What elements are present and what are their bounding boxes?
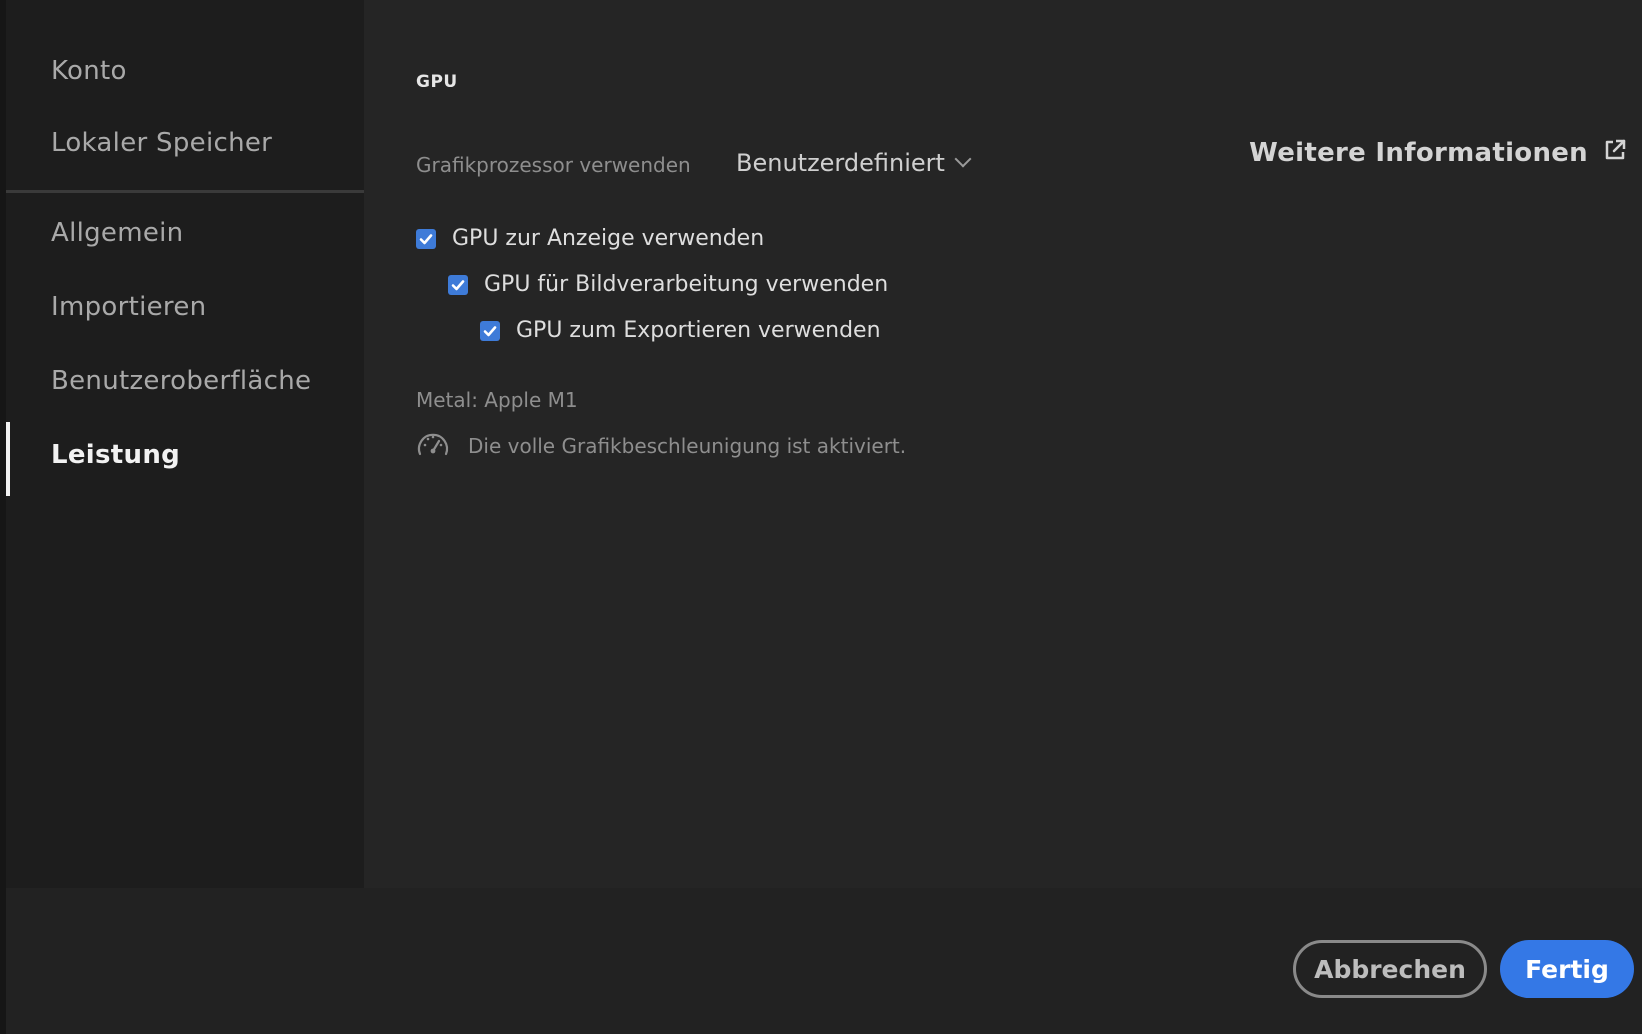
done-button[interactable]: Fertig xyxy=(1500,940,1634,998)
acceleration-status: Die volle Grafikbeschleunigung ist aktiv… xyxy=(416,428,906,463)
speedometer-icon xyxy=(416,428,450,463)
settings-panel: GPU Grafikprozessor verwenden Benutzerde… xyxy=(364,0,1642,888)
metal-info: Metal: Apple M1 xyxy=(416,388,578,412)
gpu-mode-dropdown[interactable]: Benutzerdefiniert xyxy=(736,145,972,181)
gpu-processing-checkbox[interactable] xyxy=(448,274,468,295)
section-title: GPU xyxy=(416,72,458,92)
gpu-processing-label: GPU für Bildverarbeitung verwenden xyxy=(484,272,889,297)
gpu-export-label: GPU zum Exportieren verwenden xyxy=(516,318,881,343)
external-link-icon xyxy=(1604,138,1626,168)
acceleration-status-text: Die volle Grafikbeschleunigung ist aktiv… xyxy=(468,433,907,458)
checkmark-icon xyxy=(419,233,433,244)
checkmark-icon xyxy=(483,325,497,336)
more-info-link[interactable]: Weitere Informationen xyxy=(1249,138,1626,168)
gpu-usage-label: Grafikprozessor verwenden xyxy=(416,153,691,177)
active-nav-indicator xyxy=(6,422,10,496)
sidebar-divider xyxy=(6,190,364,193)
gpu-display-label: GPU zur Anzeige verwenden xyxy=(452,226,765,251)
cancel-button[interactable]: Abbrechen xyxy=(1293,940,1487,998)
checkbox-row-export: GPU zum Exportieren verwenden xyxy=(480,318,881,343)
checkbox-row-processing: GPU für Bildverarbeitung verwenden xyxy=(448,272,888,297)
sidebar-item-lokaler-speicher[interactable]: Lokaler Speicher xyxy=(51,128,272,158)
more-info-label: Weitere Informationen xyxy=(1249,138,1588,168)
sidebar: Konto Lokaler Speicher Allgemein Importi… xyxy=(6,0,364,888)
preferences-dialog: Konto Lokaler Speicher Allgemein Importi… xyxy=(6,0,1642,1034)
sidebar-item-allgemein[interactable]: Allgemein xyxy=(51,218,183,248)
gpu-display-checkbox[interactable] xyxy=(416,228,436,249)
sidebar-item-leistung[interactable]: Leistung xyxy=(51,440,180,470)
gpu-export-checkbox[interactable] xyxy=(480,320,500,341)
checkmark-icon xyxy=(451,279,465,290)
sidebar-item-benutzeroberflaeche[interactable]: Benutzeroberfläche xyxy=(51,366,311,396)
chevron-down-icon xyxy=(954,150,972,168)
sidebar-item-konto[interactable]: Konto xyxy=(51,56,127,86)
gpu-mode-value: Benutzerdefiniert xyxy=(736,149,945,177)
sidebar-item-importieren[interactable]: Importieren xyxy=(51,292,206,322)
checkbox-row-display: GPU zur Anzeige verwenden xyxy=(416,226,764,251)
